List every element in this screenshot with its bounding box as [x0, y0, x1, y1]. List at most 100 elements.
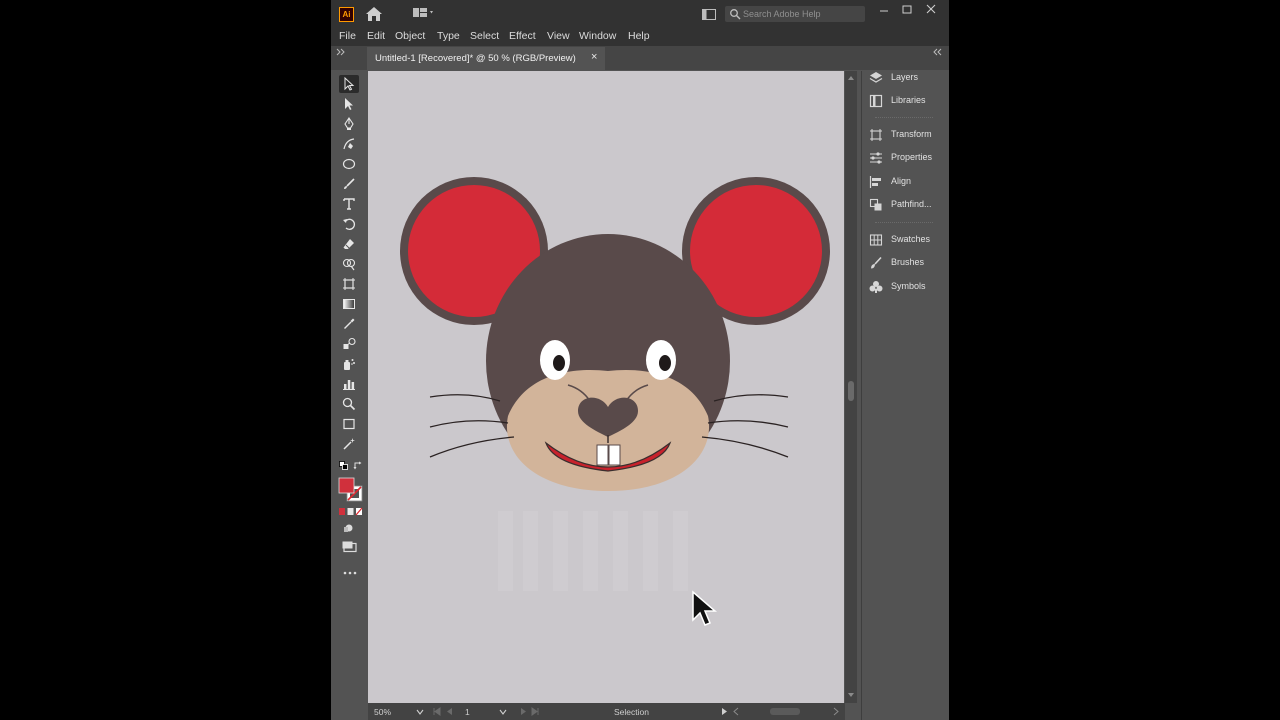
artboard-number[interactable]: 1	[465, 707, 470, 717]
panel-label-align: Align	[891, 176, 912, 186]
panel-label-symbols: Symbols	[891, 281, 926, 291]
horizontal-scroll-thumb[interactable]	[770, 708, 800, 715]
menu-window[interactable]: Window	[579, 28, 616, 44]
panel-align[interactable]: Align	[867, 172, 945, 192]
title-bar: Ai	[331, 0, 949, 27]
zoom-level[interactable]: 50%	[374, 707, 391, 717]
selection-arrow-icon	[344, 77, 355, 91]
gradient-icon	[343, 299, 355, 309]
vertical-scrollbar[interactable]	[845, 71, 857, 703]
menu-bar: File Edit Object Type Select Effect View…	[331, 27, 949, 46]
faint-ghost-text	[498, 511, 688, 591]
menu-file[interactable]: File	[339, 28, 356, 44]
panel-pathfinder[interactable]: Pathfind...	[867, 195, 945, 215]
blend-icon	[343, 337, 356, 349]
scroll-left-icon[interactable]	[732, 707, 740, 716]
curvature-tool[interactable]	[339, 135, 359, 153]
minimize-icon[interactable]	[874, 3, 894, 17]
artboard-dropdown-icon[interactable]	[499, 708, 507, 716]
blend-tool[interactable]	[339, 335, 359, 353]
status-bar: 50% 1 Selection	[368, 703, 845, 720]
panel-swatches[interactable]: Swatches	[867, 230, 945, 250]
collapse-panels-icon[interactable]	[931, 48, 943, 56]
menu-type[interactable]: Type	[437, 28, 460, 44]
shape-builder-tool[interactable]	[339, 255, 359, 273]
artboard-nav-prev-icons[interactable]	[432, 707, 460, 716]
scroll-right-icon[interactable]	[832, 707, 840, 716]
draw-mode-icon[interactable]	[343, 522, 355, 534]
status-menu-icon[interactable]	[720, 707, 728, 716]
menu-edit[interactable]: Edit	[367, 28, 385, 44]
scroll-thumb[interactable]	[848, 381, 854, 401]
panel-libraries[interactable]: Libraries	[867, 91, 945, 111]
direct-selection-tool[interactable]	[339, 95, 359, 113]
panel-dock: Layers Libraries Transform Properties Al…	[861, 71, 947, 720]
swap-colors-icon[interactable]	[353, 461, 363, 471]
pen-icon	[344, 117, 354, 130]
collapse-toolbar-icon[interactable]	[335, 48, 347, 56]
panel-label-properties: Properties	[891, 152, 933, 162]
search-input[interactable]	[743, 6, 861, 22]
artboard-tool[interactable]	[339, 275, 359, 293]
panel-brushes[interactable]: Brushes	[867, 253, 945, 273]
menu-select[interactable]: Select	[470, 28, 499, 44]
rotate-icon	[343, 218, 355, 230]
ellipse-tool[interactable]	[339, 155, 359, 173]
panel-transform[interactable]: Transform	[867, 125, 945, 145]
panel-layers[interactable]: Layers	[867, 68, 945, 88]
panel-group-separator	[875, 117, 933, 120]
magic-wand-icon	[343, 438, 355, 450]
panel-label-transform: Transform	[891, 129, 932, 139]
type-icon	[343, 198, 355, 210]
mouse-cursor-icon	[692, 590, 717, 626]
layers-icon	[869, 72, 883, 83]
illustrator-logo: Ai	[339, 7, 354, 22]
more-tools-icon[interactable]	[342, 569, 358, 577]
document-tab-title: Untitled-1 [Recovered]* @ 50 % (RGB/Prev…	[375, 53, 576, 64]
menu-effect[interactable]: Effect	[509, 28, 536, 44]
pathfinder-icon	[869, 198, 882, 211]
graph-tool[interactable]	[339, 375, 359, 393]
magic-wand-tool[interactable]	[339, 435, 359, 453]
menu-view[interactable]: View	[547, 28, 570, 44]
workspace-switcher-icon[interactable]	[413, 7, 435, 19]
zoom-tool[interactable]	[339, 395, 359, 413]
scroll-up-icon[interactable]	[847, 74, 855, 82]
artboard-nav-next-icons[interactable]	[513, 707, 541, 716]
screen-mode-icon[interactable]	[342, 541, 358, 553]
pen-tool[interactable]	[339, 115, 359, 133]
home-icon[interactable]	[365, 6, 383, 22]
gradient-tool[interactable]	[339, 295, 359, 313]
type-tool[interactable]	[339, 195, 359, 213]
scroll-down-icon[interactable]	[847, 691, 855, 699]
close-window-icon[interactable]	[921, 3, 941, 17]
symbol-sprayer-tool[interactable]	[339, 355, 359, 373]
rectangle-tool[interactable]	[339, 415, 359, 433]
search-icon	[730, 9, 741, 20]
panel-dock-divider	[861, 71, 862, 720]
menu-object[interactable]: Object	[395, 28, 425, 44]
fill-stroke-swatch[interactable]	[337, 476, 365, 504]
eyedropper-tool[interactable]	[339, 315, 359, 333]
ellipse-icon	[342, 158, 356, 170]
eraser-icon	[343, 239, 354, 250]
artboard-canvas[interactable]	[368, 71, 844, 703]
panel-properties[interactable]: Properties	[867, 148, 945, 168]
curvature-icon	[343, 138, 355, 150]
zoom-dropdown-icon[interactable]	[416, 708, 424, 716]
panel-label-swatches: Swatches	[891, 234, 931, 244]
rotate-tool[interactable]	[339, 215, 359, 233]
maximize-icon[interactable]	[897, 3, 917, 17]
color-mode-icons[interactable]	[339, 507, 363, 516]
menu-help[interactable]: Help	[628, 28, 650, 44]
close-tab-icon[interactable]: ×	[591, 51, 597, 63]
panel-symbols[interactable]: Symbols	[867, 277, 945, 297]
eraser-tool[interactable]	[339, 235, 359, 253]
arrange-documents-icon[interactable]	[702, 9, 716, 20]
default-colors-icon[interactable]	[339, 461, 349, 471]
selection-tool[interactable]	[339, 75, 359, 93]
document-tab[interactable]: Untitled-1 [Recovered]* @ 50 % (RGB/Prev…	[367, 47, 605, 70]
search-box[interactable]	[725, 6, 865, 22]
paintbrush-tool[interactable]	[339, 175, 359, 193]
right-eye	[646, 340, 676, 380]
